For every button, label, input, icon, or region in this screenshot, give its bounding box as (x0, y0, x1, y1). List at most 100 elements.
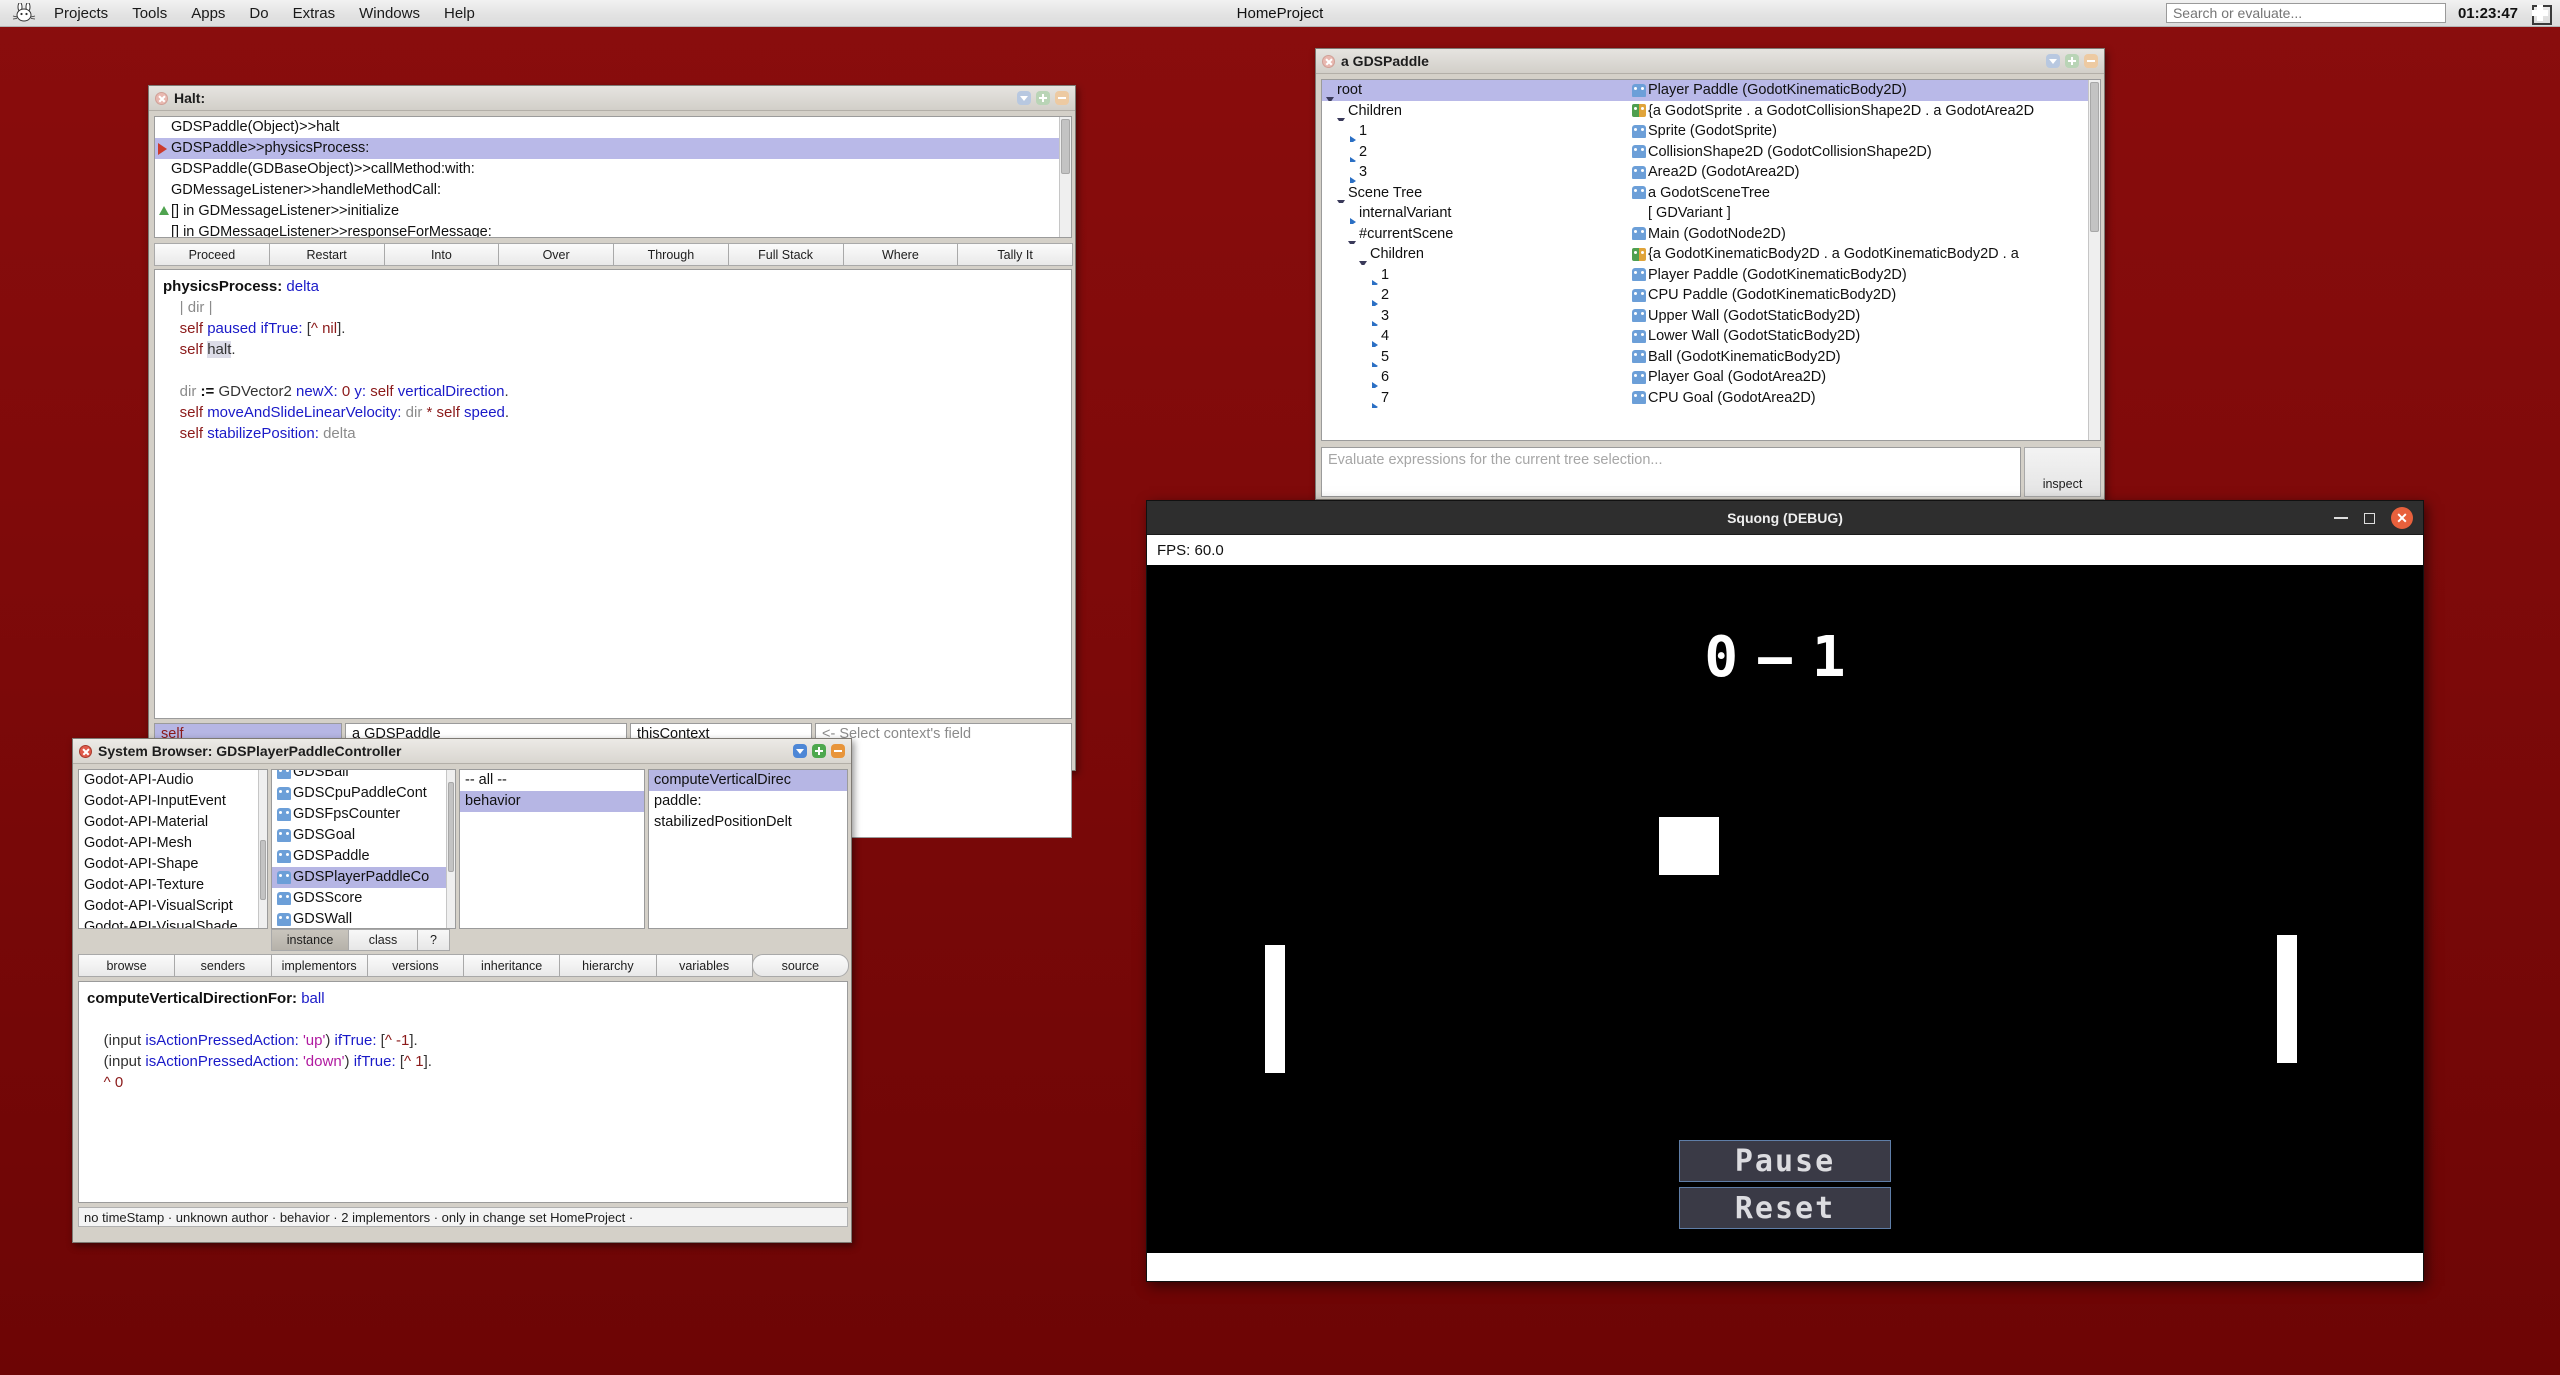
minimize-icon[interactable] (831, 744, 845, 758)
action-button-inheritance[interactable]: inheritance (463, 954, 561, 977)
debug-button-proceed[interactable]: Proceed (154, 243, 270, 266)
scene-tree-row[interactable]: 2 CPU Paddle (GodotKinematicBody2D) (1322, 285, 2100, 306)
action-button-senders[interactable]: senders (174, 954, 272, 977)
class-list-item[interactable]: GDSPlayerPaddleCo (272, 867, 455, 888)
package-list-item[interactable]: Godot-API-Shape (79, 854, 267, 875)
menu-apps[interactable]: Apps (181, 2, 235, 25)
class-list-item[interactable]: GDSBall (272, 770, 455, 783)
method-list[interactable]: computeVerticalDirec paddle: stabilizedPos… (648, 769, 848, 929)
scene-tree-row[interactable]: Children {a GodotKinematicBody2D . a Godo… (1322, 244, 2100, 265)
debug-button-over[interactable]: Over (498, 243, 614, 266)
scene-tree-row[interactable]: root Player Paddle (GodotKinematicBody2D) (1322, 80, 2100, 101)
reset-button[interactable]: Reset (1679, 1187, 1891, 1229)
minimize-icon[interactable] (1055, 91, 1069, 105)
debug-button-tally-it[interactable]: Tally It (957, 243, 1073, 266)
inspector-detail-pane[interactable]: <- Select context's field (815, 723, 1072, 838)
stack-frame-row[interactable]: GDMessageListener>>handleMethodCall: (155, 180, 1071, 201)
scene-tree-row[interactable]: 1 Sprite (GodotSprite) (1322, 121, 2100, 142)
scene-tree-row[interactable]: 1 Player Paddle (GodotKinematicBody2D) (1322, 265, 2100, 285)
tab-class[interactable]: class (348, 929, 418, 951)
package-list-scrollbar[interactable] (258, 770, 267, 928)
instance-class-tabs[interactable]: instance class? (271, 929, 456, 951)
method-source-code[interactable]: physicsProcess: delta | dir | self pause… (154, 269, 1072, 719)
package-list[interactable]: Godot-API-Audio Godot-API-InputEvent Godot… (78, 769, 268, 929)
system-browser-window[interactable]: System Browser: GDSPlayerPaddleControlle… (72, 738, 852, 1243)
system-browser-titlebar[interactable]: System Browser: GDSPlayerPaddleControlle… (73, 739, 851, 764)
close-icon[interactable] (1322, 54, 1335, 68)
action-button-browse[interactable]: browse (78, 954, 176, 977)
menu-extras[interactable]: Extras (283, 2, 346, 25)
scene-tree-row[interactable]: 4 Lower Wall (GodotStaticBody2D) (1322, 326, 2100, 347)
tab-instance[interactable]: instance (271, 929, 349, 951)
protocol-list[interactable]: -- all -- behavior (459, 769, 645, 929)
godot-object-inspector-window[interactable]: a GDSPaddle root Player Paddle (GodotKine… (1315, 48, 2105, 500)
stack-frame-row[interactable]: [] in GDMessageListener>>initialize (155, 201, 1071, 222)
stack-frame-row[interactable]: GDSPaddle>>physicsProcess: (155, 138, 1071, 159)
menu-do[interactable]: Do (239, 2, 278, 25)
class-list-item[interactable]: GDSFpsCounter (272, 804, 455, 825)
window-menu-icon[interactable] (2046, 54, 2060, 68)
pause-button[interactable]: Pause (1679, 1140, 1891, 1182)
package-list-item[interactable]: Godot-API-VisualScript (79, 896, 267, 917)
menu-help[interactable]: Help (434, 2, 485, 25)
package-list-item[interactable]: Godot-API-Audio (79, 770, 267, 791)
stack-frame-row[interactable]: GDSPaddle(GDBaseObject)>>callMethod:with… (155, 159, 1071, 180)
method-list-item[interactable]: computeVerticalDirec (649, 770, 847, 791)
action-button-versions[interactable]: versions (366, 954, 464, 977)
scene-tree-row[interactable]: Scene Tree a GodotSceneTree (1322, 183, 2100, 203)
game-titlebar[interactable]: Squong (DEBUG) ✕ (1147, 501, 2423, 535)
rabbit-logo-icon[interactable] (8, 2, 42, 24)
close-icon[interactable]: ✕ (2391, 507, 2413, 529)
browser-action-buttons[interactable]: browse senders implementors versions inherit… (78, 954, 849, 977)
scene-tree-scrollbar[interactable] (2088, 80, 2100, 440)
protocol-list-item[interactable]: -- all -- (460, 770, 644, 791)
halt-titlebar[interactable]: Halt: (149, 86, 1075, 111)
scene-tree-row[interactable]: #currentScene Main (GodotNode2D) (1322, 224, 2100, 244)
class-list-item[interactable]: GDSScore (272, 888, 455, 909)
scene-tree-row[interactable]: 2 CollisionShape2D (GodotCollisionShape2D… (1322, 142, 2100, 162)
squong-game-window[interactable]: Squong (DEBUG) ✕ FPS: 60.0 0–1 Pause Res… (1146, 500, 2424, 1282)
maximize-icon[interactable] (1036, 91, 1050, 105)
package-list-item[interactable]: Godot-API-Texture (79, 875, 267, 896)
halt-debugger-window[interactable]: Halt: GDSPaddle(Object)>>halt GDSPaddle>>… (148, 85, 1076, 838)
close-icon[interactable] (79, 744, 92, 758)
debug-button-full-stack[interactable]: Full Stack (727, 243, 844, 266)
class-list[interactable]: GDSBall GDSCpuPaddleCont GDSFpsCounter GDSG… (271, 769, 456, 929)
stack-frame-row[interactable]: [] in GDMessageListener>>responseForMess… (155, 222, 1071, 237)
scene-tree-row[interactable]: internalVariant [ GDVariant ] (1322, 203, 2100, 224)
package-list-item[interactable]: Godot-API-Material (79, 812, 267, 833)
godot-inspector-titlebar[interactable]: a GDSPaddle (1316, 49, 2104, 74)
menu-tools[interactable]: Tools (122, 2, 177, 25)
halt-window-controls[interactable] (1017, 91, 1069, 105)
method-list-item[interactable]: paddle: (649, 791, 847, 812)
method-source-editor[interactable]: computeVerticalDirectionFor: ball (input… (78, 981, 848, 1203)
window-menu-icon[interactable] (1017, 91, 1031, 105)
close-icon[interactable] (155, 91, 168, 105)
debugger-action-buttons[interactable]: Proceed Restart Into Over Through Full Stack W… (154, 243, 1073, 266)
action-button-variables[interactable]: variables (655, 954, 753, 977)
search-input[interactable] (2165, 3, 2446, 23)
window-menu-icon[interactable] (793, 744, 807, 758)
scene-tree-row[interactable]: 6 Player Goal (GodotArea2D) (1322, 367, 2100, 388)
stack-frame-row[interactable]: GDSPaddle(Object)>>halt (155, 117, 1071, 138)
class-list-item[interactable]: GDSWall (272, 909, 455, 928)
class-list-item[interactable]: GDSPaddle (272, 846, 455, 867)
menu-windows[interactable]: Windows (349, 2, 430, 25)
game-window-controls[interactable]: ✕ (2334, 501, 2413, 535)
debug-button-through[interactable]: Through (613, 243, 729, 266)
scene-tree-row[interactable]: Children {a GodotSprite . a GodotCollisio… (1322, 101, 2100, 121)
minimize-icon[interactable] (2334, 517, 2348, 519)
scene-tree-row[interactable]: 5 Ball (GodotKinematicBody2D) (1322, 347, 2100, 367)
action-button-hierarchy[interactable]: hierarchy (559, 954, 657, 977)
class-list-item[interactable]: GDSCpuPaddleCont (272, 783, 455, 804)
package-list-item[interactable]: Godot-API-Mesh (79, 833, 267, 854)
maximize-icon[interactable] (2065, 54, 2079, 68)
call-stack-list[interactable]: GDSPaddle(Object)>>halt GDSPaddle>>physic… (154, 116, 1072, 238)
debug-button-restart[interactable]: Restart (268, 243, 385, 266)
evaluate-expression-input[interactable]: Evaluate expressions for the current tre… (1321, 447, 2021, 497)
scene-tree-row[interactable]: 3 Area2D (GodotArea2D) (1322, 162, 2100, 183)
maximize-icon[interactable] (2364, 512, 2375, 524)
call-stack-scrollbar[interactable] (1059, 117, 1071, 237)
scene-tree-row[interactable]: 3 Upper Wall (GodotStaticBody2D) (1322, 306, 2100, 326)
tab-help[interactable]: ? (417, 929, 450, 951)
